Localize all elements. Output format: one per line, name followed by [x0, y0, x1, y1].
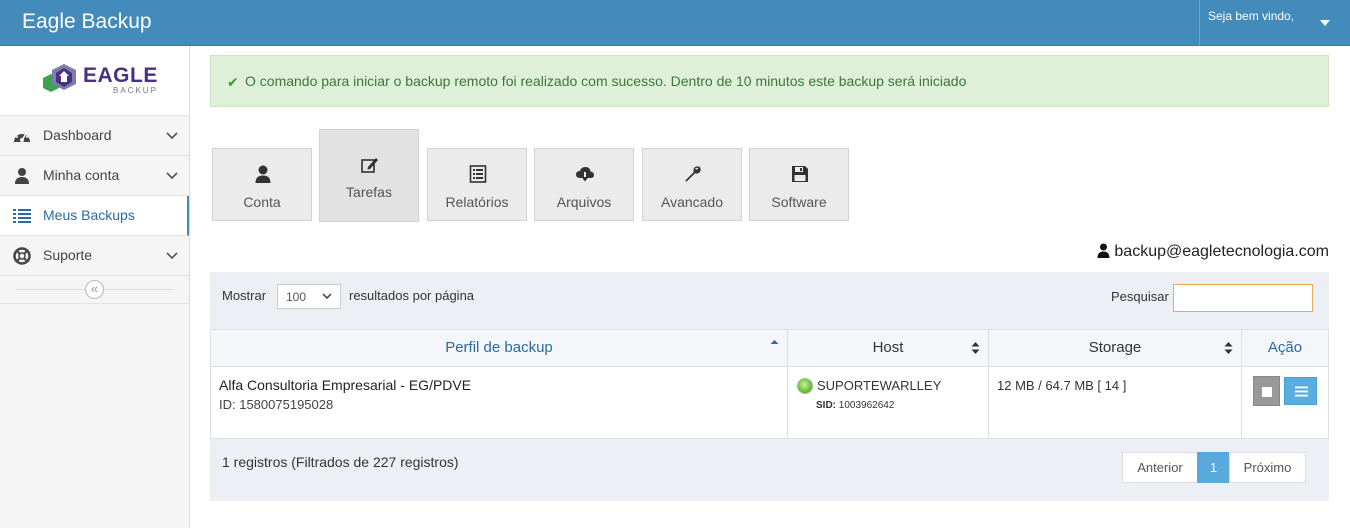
sidebar-item-dashboard[interactable]: Dashboard [0, 116, 189, 156]
account-email-text: backup@eagletecnologia.com [1114, 243, 1329, 260]
page-size-value: 100 [286, 290, 307, 304]
search-label: Pesquisar [1111, 289, 1169, 304]
floppy-icon [792, 166, 808, 182]
tab-label: Avancado [660, 194, 723, 210]
host-name: SUPORTEWARLLEY [817, 378, 942, 393]
eagle-logo-icon [43, 64, 76, 92]
sid-text: SID: 1003962642 [816, 400, 894, 411]
sidebar-item-minha-conta[interactable]: Minha conta [0, 156, 189, 196]
tab-label: Relatórios [445, 194, 509, 210]
sidebar-item-suporte[interactable]: Suporte [0, 236, 189, 276]
tab-software[interactable]: Software [749, 148, 849, 221]
tab-label: Arquivos [556, 194, 612, 210]
list-icon [13, 209, 31, 223]
sid-value: 1003962642 [838, 400, 895, 411]
table-cell-profile: Alfa Consultoria Empresarial - EG/PDVE I… [210, 367, 788, 439]
stop-backup-button[interactable] [1253, 376, 1280, 406]
page-size-select[interactable]: 100 [277, 284, 341, 309]
tab-arquivos[interactable]: Arquivos [534, 148, 634, 221]
user-menu[interactable]: Seja bem vindo, [1199, 0, 1350, 46]
tab-avancado[interactable]: Avancado [642, 148, 742, 221]
logo[interactable]: EAGLE BACKUP [0, 46, 189, 116]
sidebar-item-label: Suporte [43, 247, 93, 263]
sid-label: SID: [816, 400, 836, 411]
column-header-label: Perfil de backup [445, 339, 553, 356]
sidebar-item-meus-backups[interactable]: Meus Backups [0, 196, 189, 236]
online-status-icon [797, 378, 813, 394]
chevron-down-icon [322, 293, 332, 299]
check-icon: ✔ [227, 74, 239, 90]
caret-down-icon[interactable] [1320, 20, 1330, 26]
logo-subtext: BACKUP [113, 86, 158, 95]
column-header-host[interactable]: Host [787, 329, 989, 367]
stop-icon [1262, 387, 1272, 397]
tab-label: Software [771, 194, 827, 210]
actions-menu-button[interactable] [1284, 377, 1317, 405]
column-header-label: Ação [1267, 339, 1303, 356]
collapse-sidebar-button[interactable]: « [85, 280, 104, 299]
wrench-icon [685, 166, 701, 182]
tab-relatorios[interactable]: Relatórios [427, 148, 527, 221]
pagination-previous[interactable]: Anterior [1122, 452, 1198, 483]
top-bar: Eagle Backup Seja bem vindo, [0, 0, 1350, 46]
dashboard-icon [14, 132, 30, 142]
tab-tarefas[interactable]: Tarefas [319, 129, 419, 222]
sort-icon [1224, 342, 1233, 354]
success-alert: ✔ O comando para iniciar o backup remoto… [210, 55, 1329, 107]
sort-asc-icon [770, 340, 779, 344]
app-title[interactable]: Eagle Backup [22, 10, 152, 34]
chevron-down-icon [166, 172, 178, 180]
tab-label: Conta [243, 194, 281, 210]
chevron-down-icon [166, 132, 178, 140]
chevron-down-icon [166, 252, 178, 260]
user-icon [255, 165, 271, 183]
user-icon [1097, 243, 1110, 258]
logo-text: EAGLE [83, 64, 158, 87]
show-label: Mostrar [222, 288, 267, 303]
column-header-label: Storage [1088, 339, 1142, 356]
menu-icon [1295, 386, 1308, 397]
sidebar-item-label: Dashboard [43, 127, 112, 143]
sidebar: EAGLE BACKUP Dashboard Minha conta Meus … [0, 46, 190, 528]
column-header-acao: Ação [1241, 329, 1329, 367]
sidebar-item-label: Meus Backups [43, 207, 135, 223]
search-input[interactable] [1173, 284, 1313, 312]
lifebuoy-icon [13, 247, 31, 265]
table-cell-host: SUPORTEWARLLEY SID: 1003962642 [787, 367, 989, 439]
user-icon [15, 168, 29, 184]
table-cell-storage: 12 MB / 64.7 MB [ 14 ] [988, 367, 1242, 439]
list-alt-icon [469, 165, 487, 183]
tab-conta[interactable]: Conta [212, 148, 312, 221]
column-header-perfil[interactable]: Perfil de backup [210, 329, 788, 367]
welcome-text: Seja bem vindo, [1208, 9, 1295, 23]
sort-icon [971, 342, 980, 354]
tab-label: Tarefas [346, 184, 392, 200]
sidebar-collapse-row: « [0, 276, 189, 304]
profile-id: ID: 1580075195028 [219, 397, 334, 412]
table-info: 1 registros (Filtrados de 227 registros) [222, 454, 459, 470]
account-email: backup@eagletecnologia.com [1097, 243, 1329, 261]
table-cell-actions [1241, 367, 1329, 439]
backups-table-panel: Mostrar 100 resultados por página Pesqui… [210, 272, 1329, 501]
pagination-next[interactable]: Próximo [1229, 452, 1306, 483]
sidebar-item-label: Minha conta [43, 167, 120, 183]
cloud-download-icon [576, 167, 594, 182]
alert-message: O comando para iniciar o backup remoto f… [245, 73, 967, 89]
backups-table: Perfil de backup Host Storage Ação Alfa … [210, 329, 1329, 439]
column-header-storage[interactable]: Storage [988, 329, 1242, 367]
column-header-label: Host [872, 339, 904, 356]
per-page-label: resultados por página [349, 288, 475, 303]
edit-icon [361, 158, 378, 173]
profile-name[interactable]: Alfa Consultoria Empresarial - EG/PDVE [219, 377, 471, 393]
storage-value: 12 MB / 64.7 MB [ 14 ] [997, 378, 1127, 393]
pagination-page-1[interactable]: 1 [1197, 452, 1230, 483]
